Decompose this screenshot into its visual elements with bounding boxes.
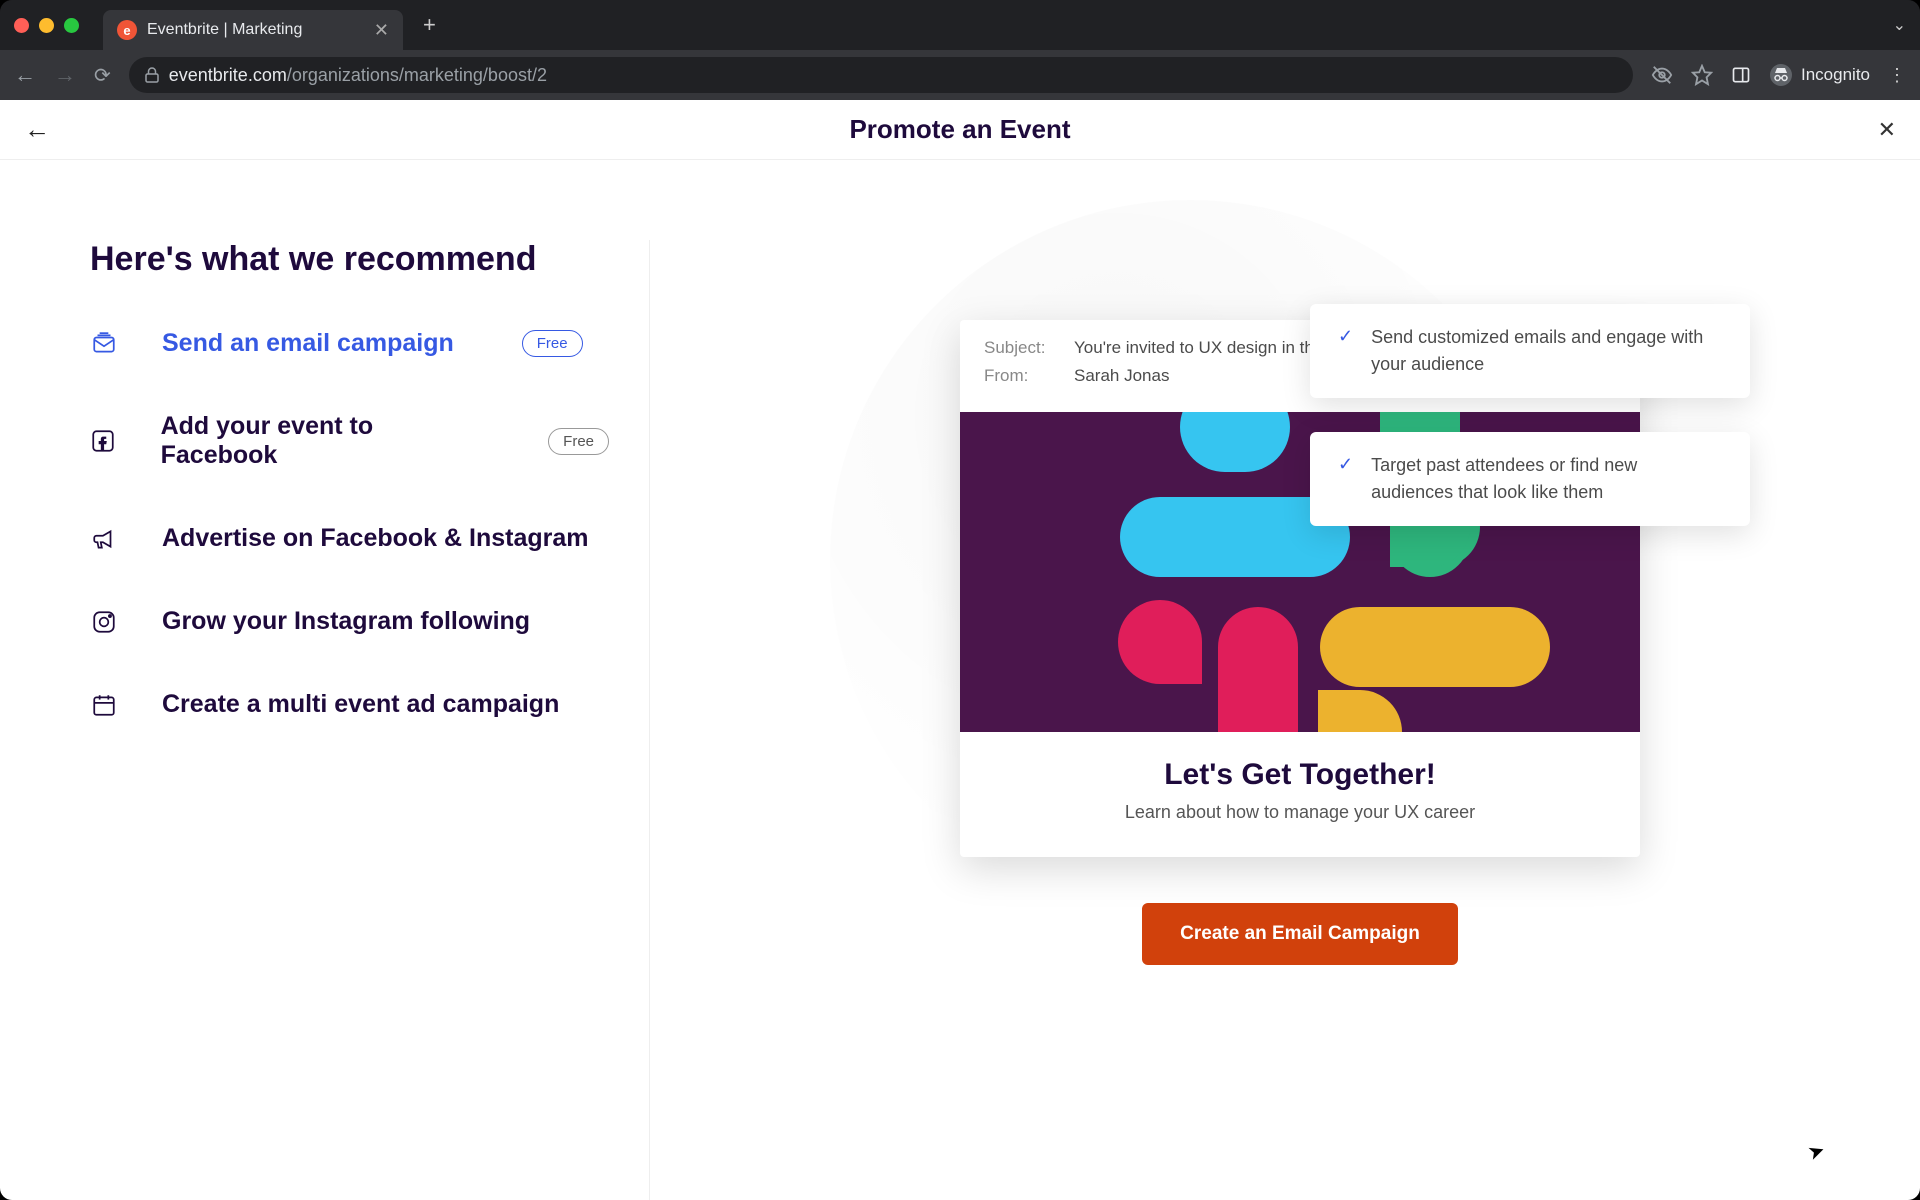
recommendations-panel: Here's what we recommend Send an email c…	[90, 240, 650, 1200]
recommendations-heading: Here's what we recommend	[90, 240, 609, 279]
forward-button[interactable]: →	[54, 62, 76, 88]
recommendation-title: Send an email campaign	[162, 329, 454, 358]
recommendation-item-facebook[interactable]: Add your event to Facebook Free	[90, 412, 609, 470]
eye-off-icon[interactable]	[1651, 64, 1673, 86]
megaphone-icon	[90, 525, 118, 553]
recommendation-item-email[interactable]: Send an email campaign Free	[90, 329, 609, 358]
window-minimize-button[interactable]	[39, 18, 54, 33]
recommendation-title: Advertise on Facebook & Instagram	[162, 524, 589, 553]
reload-button[interactable]: ⟳	[94, 63, 111, 88]
incognito-indicator[interactable]: Incognito	[1769, 63, 1870, 87]
star-icon[interactable]	[1691, 64, 1713, 86]
tab-title: Eventbrite | Marketing	[147, 21, 302, 39]
subject-label: Subject:	[984, 338, 1074, 358]
window-close-button[interactable]	[14, 18, 29, 33]
window-maximize-button[interactable]	[64, 18, 79, 33]
free-badge: Free	[522, 330, 583, 357]
panel-icon[interactable]	[1731, 65, 1751, 85]
tab-close-icon[interactable]: ✕	[374, 20, 389, 41]
email-title: Let's Get Together!	[980, 758, 1620, 792]
recommendation-title: Grow your Instagram following	[162, 607, 530, 636]
browser-tab-strip: e Eventbrite | Marketing ✕ + ⌄	[0, 0, 1920, 50]
email-subtitle: Learn about how to manage your UX career	[980, 802, 1620, 823]
recommendation-title: Add your event to Facebook	[161, 412, 481, 470]
feature-bubble-1: ✓ Send customized emails and engage with…	[1310, 304, 1750, 398]
new-tab-button[interactable]: +	[423, 12, 436, 38]
recommendation-title: Create a multi event ad campaign	[162, 690, 559, 719]
bubble-text: Send customized emails and engage with y…	[1371, 324, 1722, 378]
lock-icon	[145, 67, 159, 83]
instagram-icon	[90, 608, 118, 636]
preview-panel: ✓ Send customized emails and engage with…	[650, 240, 1830, 1200]
recommendation-item-instagram[interactable]: Grow your Instagram following	[90, 607, 609, 636]
page-header: ← Promote an Event ✕	[0, 100, 1920, 160]
feature-bubble-2: ✓ Target past attendees or find new audi…	[1310, 432, 1750, 526]
email-icon	[90, 330, 118, 358]
back-button[interactable]: ←	[14, 62, 36, 88]
incognito-label: Incognito	[1801, 65, 1870, 85]
page-title: Promote an Event	[849, 114, 1070, 145]
recommendation-item-megaphone[interactable]: Advertise on Facebook & Instagram	[90, 524, 609, 553]
page-back-button[interactable]: ←	[24, 114, 50, 145]
kebab-menu-icon[interactable]: ⋮	[1888, 65, 1906, 86]
email-preview-card: Subject: You're invited to UX design in …	[960, 320, 1640, 857]
url-domain: eventbrite.com	[169, 65, 287, 86]
favicon-icon: e	[117, 20, 137, 40]
browser-tab[interactable]: e Eventbrite | Marketing ✕	[103, 10, 403, 50]
from-value: Sarah Jonas	[1074, 366, 1169, 386]
calendar-icon	[90, 691, 118, 719]
traffic-lights	[14, 18, 79, 33]
bubble-text: Target past attendees or find new audien…	[1371, 452, 1722, 506]
free-badge: Free	[548, 428, 609, 455]
facebook-icon	[90, 427, 117, 455]
page-close-button[interactable]: ✕	[1878, 117, 1896, 143]
tabs-dropdown-icon[interactable]: ⌄	[1893, 15, 1906, 35]
address-bar: ← → ⟳ eventbrite.com/organizations/marke…	[0, 50, 1920, 100]
url-input[interactable]: eventbrite.com/organizations/marketing/b…	[129, 57, 1633, 93]
check-icon: ✓	[1338, 454, 1353, 475]
url-path: /organizations/marketing/boost/2	[287, 65, 547, 86]
check-icon: ✓	[1338, 326, 1353, 347]
from-label: From:	[984, 366, 1074, 386]
recommendation-item-calendar[interactable]: Create a multi event ad campaign	[90, 690, 609, 719]
